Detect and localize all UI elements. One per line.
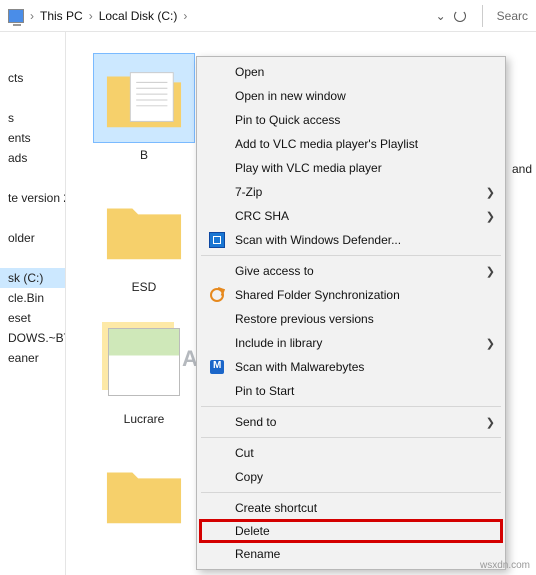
malwarebytes-icon <box>210 360 224 374</box>
partial-label: and <box>512 162 532 176</box>
tree-item[interactable]: cle.Bin <box>0 288 65 308</box>
search-input[interactable]: Searc <box>497 9 528 23</box>
separator <box>201 437 501 438</box>
chevron-right-icon: ❯ <box>486 416 495 429</box>
folder-icon <box>105 460 183 528</box>
breadcrumb-this-pc[interactable]: This PC <box>40 9 83 23</box>
tree-item[interactable]: ads <box>0 148 65 168</box>
thumbnail-icon <box>108 328 180 396</box>
menu-delete[interactable]: Delete <box>199 519 503 543</box>
pc-icon <box>8 9 24 23</box>
folder-label: Lucrare <box>90 412 198 426</box>
sync-icon <box>210 288 224 302</box>
menu-crc-sha[interactable]: CRC SHA ❯ <box>199 204 503 228</box>
chevron-right-icon[interactable]: › <box>89 9 93 23</box>
separator <box>201 255 501 256</box>
menu-cut[interactable]: Cut <box>199 441 503 465</box>
navigation-tree: cts s ents ads te version 2 older sk (C:… <box>0 32 66 575</box>
tree-item[interactable]: eaner <box>0 348 65 368</box>
chevron-right-icon: ❯ <box>486 337 495 350</box>
menu-create-shortcut[interactable]: Create shortcut <box>199 496 503 520</box>
menu-malwarebytes[interactable]: Scan with Malwarebytes <box>199 355 503 379</box>
folder-esd[interactable]: ESD <box>90 186 198 294</box>
menu-restore-versions[interactable]: Restore previous versions <box>199 307 503 331</box>
separator <box>201 406 501 407</box>
menu-7zip[interactable]: 7-Zip ❯ <box>199 180 503 204</box>
menu-send-to[interactable]: Send to ❯ <box>199 410 503 434</box>
folder-icon <box>105 64 183 132</box>
tree-item-local-disk-c[interactable]: sk (C:) <box>0 268 65 288</box>
credit-text: wsxdn.com <box>480 560 530 571</box>
tree-item[interactable]: DOWS.~BT <box>0 328 65 348</box>
chevron-right-icon: ❯ <box>486 210 495 223</box>
shield-icon <box>209 232 225 248</box>
folder-b[interactable]: B <box>90 54 198 162</box>
menu-pin-quick-access[interactable]: Pin to Quick access <box>199 108 503 132</box>
tree-item[interactable]: ents <box>0 128 65 148</box>
refresh-icon[interactable] <box>454 10 466 22</box>
menu-vlc-playlist[interactable]: Add to VLC media player's Playlist <box>199 132 503 156</box>
menu-vlc-play[interactable]: Play with VLC media player <box>199 156 503 180</box>
folder-item[interactable] <box>90 450 198 544</box>
tree-item[interactable]: cts <box>0 68 65 88</box>
breadcrumb-drive[interactable]: Local Disk (C:) <box>99 9 178 23</box>
tree-item[interactable]: older <box>0 228 65 248</box>
menu-shared-sync[interactable]: Shared Folder Synchronization <box>199 283 503 307</box>
menu-pin-start[interactable]: Pin to Start <box>199 379 503 403</box>
address-dropdown-icon[interactable]: ⌄ <box>436 9 446 23</box>
context-menu: Open Open in new window Pin to Quick acc… <box>196 56 506 570</box>
separator <box>201 492 501 493</box>
folder-label: B <box>90 148 198 162</box>
folder-lucrare[interactable]: Lucrare <box>90 318 198 426</box>
tree-item[interactable]: s <box>0 108 65 128</box>
menu-rename[interactable]: Rename <box>199 542 503 566</box>
tree-item[interactable]: te version 2 <box>0 188 65 208</box>
chevron-right-icon[interactable]: › <box>30 9 34 23</box>
menu-copy[interactable]: Copy <box>199 465 503 489</box>
folder-label: ESD <box>90 280 198 294</box>
menu-open-new-window[interactable]: Open in new window <box>199 84 503 108</box>
tree-item[interactable]: eset <box>0 308 65 328</box>
menu-open[interactable]: Open <box>199 60 503 84</box>
menu-give-access[interactable]: Give access to ❯ <box>199 259 503 283</box>
chevron-right-icon: ❯ <box>486 265 495 278</box>
chevron-right-icon: ❯ <box>486 186 495 199</box>
menu-windows-defender[interactable]: Scan with Windows Defender... <box>199 228 503 252</box>
menu-include-library[interactable]: Include in library ❯ <box>199 331 503 355</box>
chevron-right-icon[interactable]: › <box>183 9 187 23</box>
address-bar: › This PC › Local Disk (C:) › ⌄ Searc <box>0 0 536 32</box>
folder-icon <box>105 196 183 264</box>
